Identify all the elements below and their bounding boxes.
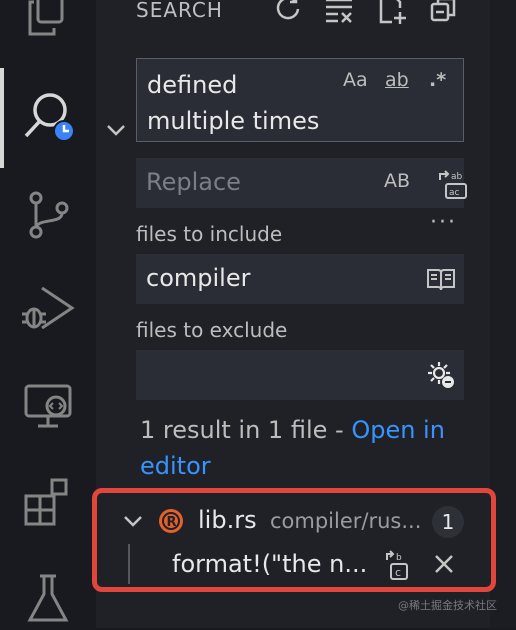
new-search-editor-icon[interactable] xyxy=(378,0,408,24)
replace-match-icon[interactable]: b c xyxy=(384,550,412,580)
search-icon[interactable] xyxy=(20,90,76,146)
match-line[interactable]: format!("the n... xyxy=(172,550,367,578)
rust-file-icon: R xyxy=(158,508,184,534)
testing-icon[interactable] xyxy=(20,570,76,626)
result-file-name[interactable]: lib.rs xyxy=(198,506,257,534)
svg-text:ac: ac xyxy=(449,188,460,198)
result-file-path: compiler/rus... xyxy=(270,509,422,533)
collapse-all-icon[interactable] xyxy=(428,0,458,24)
toggle-replace-chevron-icon[interactable] xyxy=(104,118,128,142)
search-query: defined multiple times xyxy=(147,71,320,135)
dismiss-match-close-icon[interactable] xyxy=(432,552,456,576)
svg-text:R: R xyxy=(167,515,177,530)
refresh-icon[interactable] xyxy=(274,0,304,24)
panel-title: SEARCH xyxy=(136,0,223,22)
exclude-label: files to exclude xyxy=(136,318,288,342)
include-value: compiler xyxy=(146,264,251,292)
more-options-button[interactable]: ··· xyxy=(430,210,457,235)
run-debug-icon[interactable] xyxy=(20,280,76,336)
svg-text:c: c xyxy=(395,566,401,579)
exclude-settings-gear-icon[interactable] xyxy=(426,360,456,390)
result-summary: 1 result in 1 file - Open in editor xyxy=(140,412,460,484)
tree-indent-guide xyxy=(128,544,130,584)
result-count-text: 1 result in 1 file - xyxy=(140,416,352,444)
match-count-badge: 1 xyxy=(432,506,464,538)
exclude-input[interactable] xyxy=(136,350,464,400)
match-case-toggle[interactable]: Aa xyxy=(343,69,368,91)
file-collapse-chevron-icon[interactable] xyxy=(122,510,144,532)
svg-text:b: b xyxy=(396,553,402,563)
regex-toggle[interactable]: .* xyxy=(429,69,446,91)
watermark: @稀土掘金技术社区 xyxy=(398,599,497,612)
activity-bar xyxy=(0,0,96,628)
open-editors-book-icon[interactable] xyxy=(426,264,456,294)
preserve-case-toggle[interactable]: AB xyxy=(384,170,410,192)
replace-input[interactable]: Replace AB xyxy=(136,158,464,208)
replace-all-icon[interactable]: ab ac xyxy=(436,168,468,200)
explorer-icon[interactable] xyxy=(20,0,76,42)
svg-text:ab: ab xyxy=(451,172,463,182)
include-input[interactable]: compiler xyxy=(136,254,464,304)
replace-placeholder: Replace xyxy=(146,168,241,196)
search-input[interactable]: defined multiple times Aa ab .* xyxy=(136,58,464,142)
whole-word-toggle[interactable]: ab xyxy=(385,69,409,91)
include-label: files to include xyxy=(136,222,283,246)
source-control-icon[interactable] xyxy=(20,188,76,244)
extensions-icon[interactable] xyxy=(20,474,76,530)
remote-explorer-icon[interactable] xyxy=(20,378,76,434)
active-indicator xyxy=(0,68,4,168)
clear-results-icon[interactable] xyxy=(324,0,354,24)
